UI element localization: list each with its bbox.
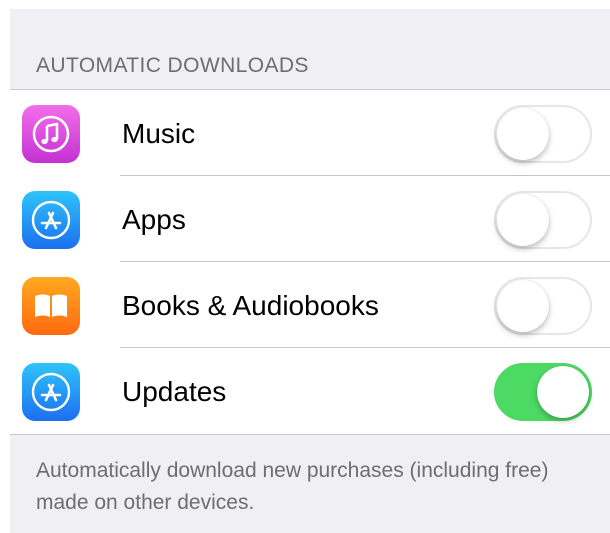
toggle-knob	[497, 194, 549, 246]
row-label-music: Music	[122, 118, 196, 149]
row-label-books-audiobooks: Books & Audiobooks	[122, 290, 379, 321]
toggle-knob	[497, 280, 549, 332]
updates-toggle[interactable]	[494, 363, 592, 421]
app-store-icon	[22, 191, 80, 249]
section-header: AUTOMATIC DOWNLOADS	[36, 54, 309, 77]
books-audiobooks-toggle[interactable]	[494, 277, 592, 335]
row-updates: Updates	[10, 348, 610, 434]
apps-toggle[interactable]	[494, 191, 592, 249]
toggle-knob	[497, 108, 549, 160]
app-store-icon	[22, 363, 80, 421]
row-label-updates: Updates	[122, 376, 227, 407]
settings-panel: AUTOMATIC DOWNLOADS Music Apps Books & A…	[10, 9, 610, 533]
row-music: Music	[10, 90, 610, 176]
automatic-downloads-list: Music Apps Books & Audiobooks Updates	[10, 89, 610, 435]
section-footer: Automatically download new purchases (in…	[36, 459, 549, 514]
itunes-music-icon	[22, 105, 80, 163]
ibooks-icon	[22, 277, 80, 335]
row-apps: Apps	[10, 176, 610, 262]
row-label-apps: Apps	[122, 204, 186, 235]
toggle-knob	[537, 366, 589, 418]
row-books-audiobooks: Books & Audiobooks	[10, 262, 610, 348]
music-toggle[interactable]	[494, 105, 592, 163]
